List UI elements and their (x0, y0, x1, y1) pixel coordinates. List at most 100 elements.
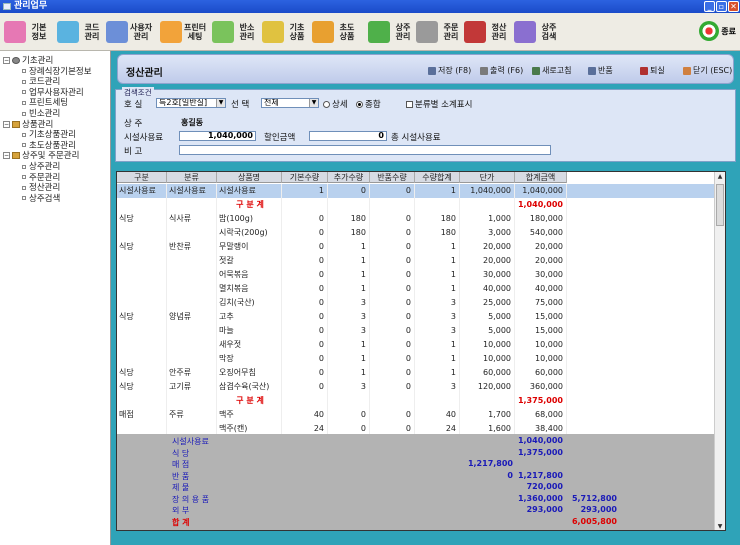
column-header[interactable]: 합계금액 (515, 172, 567, 183)
table-cell (167, 198, 217, 212)
column-header[interactable]: 분류 (167, 172, 217, 183)
radio-summary[interactable]: 종합 (356, 98, 381, 110)
table-cell: 1 (328, 338, 370, 352)
radio-detail[interactable]: 상세 (323, 98, 348, 110)
category-select[interactable]: 전체 ▼ (261, 98, 319, 108)
memo-label: 비 고 (124, 147, 143, 157)
subtotal-row[interactable]: 구 분 계 1,375,000 (117, 394, 725, 408)
toolbar-button-2[interactable]: 사용자 관리 (106, 17, 152, 47)
tree-item[interactable]: 상주검색 (22, 192, 60, 204)
scroll-up-icon[interactable]: ▲ (715, 172, 725, 182)
table-row[interactable]: 마늘 0 3 0 3 5,000 15,000 (117, 324, 725, 338)
memo-input[interactable] (179, 145, 551, 155)
toolbar-button-5[interactable]: 기초 상품 (262, 17, 308, 47)
column-header[interactable]: 단가 (460, 172, 515, 183)
table-cell (167, 338, 217, 352)
table-row[interactable]: 시락국(200g) 0 180 0 180 3,000 540,000 (117, 226, 725, 240)
toolbar-button-7[interactable]: 상주 관리 (368, 17, 414, 47)
column-header[interactable]: 기본수량 (282, 172, 328, 183)
table-cell: 0 (370, 366, 415, 380)
checkout-button[interactable]: 퇴실 (640, 65, 665, 76)
scroll-thumb[interactable] (716, 184, 724, 226)
maximize-button[interactable]: ▫ (716, 1, 727, 12)
print-button[interactable]: 출력 (F6) (480, 65, 523, 76)
close-button[interactable]: ✕ (728, 1, 739, 12)
table-row[interactable]: 식당 안주류 오징어무침 0 1 0 1 60,000 60,000 (117, 366, 725, 380)
leaf-icon (22, 164, 26, 169)
exit-button[interactable]: 종료 (699, 21, 736, 41)
room-select[interactable]: 특2호[일반실] ▼ (156, 98, 226, 108)
table-cell: 3 (328, 324, 370, 338)
table-row[interactable]: 멸치볶음 0 1 0 1 40,000 40,000 (117, 282, 725, 296)
table-row[interactable]: 새우젓 0 1 0 1 10,000 10,000 (117, 338, 725, 352)
column-header[interactable]: 반품수량 (370, 172, 415, 183)
table-cell: 10,000 (515, 352, 567, 366)
search-conditions-panel: 검색조건 호 실 특2호[일반실] ▼ 선 택 전체 ▼ 상세 종합 분류별 소계표… (115, 87, 736, 162)
table-row[interactable]: 식당 반찬류 무말랭이 0 1 0 1 20,000 20,000 (117, 240, 725, 254)
toolbar-button-10[interactable]: 상주 검색 (514, 17, 560, 47)
table-row[interactable]: 식당 양념류 고추 0 3 0 3 5,000 15,000 (117, 310, 725, 324)
table-cell: 15,000 (515, 324, 567, 338)
table-row[interactable]: 매점 주류 맥주 40 0 0 40 1,700 68,000 (117, 408, 725, 422)
collapse-icon[interactable]: − (3, 152, 10, 160)
refresh-button[interactable]: 새로고침 (532, 65, 571, 76)
table-cell: 시설사용료 (117, 184, 167, 198)
subtotal-row[interactable]: 구 분 계 1,040,000 (117, 198, 725, 212)
table-row[interactable]: 젓갈 0 1 0 1 20,000 20,000 (117, 254, 725, 268)
toolbar-button-0[interactable]: 기본 정보 (4, 17, 50, 47)
toolbar-button-1[interactable]: 코드 관리 (57, 17, 103, 47)
table-cell: 3 (415, 296, 460, 310)
table-cell: 0 (282, 226, 328, 240)
table-cell: 40 (282, 408, 328, 422)
table-row[interactable]: 식당 고기류 삼겹수육(국산) 0 3 0 3 120,000 360,000 (117, 380, 725, 394)
table-cell: 0 (370, 184, 415, 198)
table-cell: 10,000 (460, 338, 515, 352)
table-cell: 1 (328, 366, 370, 380)
summary-label: 반 품 (172, 471, 190, 481)
chief-value: 홍길동 (181, 118, 204, 127)
table-cell: 180 (415, 226, 460, 240)
table-row[interactable]: 김치(국산) 0 3 0 3 25,000 75,000 (117, 296, 725, 310)
toolbar-icon (514, 21, 536, 43)
save-button[interactable]: 저장 (F8) (428, 65, 471, 76)
table-row[interactable]: 시설사용료 시설사용료 시설사용료 1 0 0 1 1,040,000 1,040,000 (117, 184, 725, 198)
table-row[interactable]: 어묵볶음 0 1 0 1 30,000 30,000 (117, 268, 725, 282)
column-header[interactable]: 수량합계 (415, 172, 460, 183)
vertical-scrollbar[interactable]: ▲ ▼ (714, 172, 725, 530)
table-cell: 1 (328, 240, 370, 254)
discount-input[interactable]: 0 (309, 131, 387, 141)
table-cell: 3 (415, 380, 460, 394)
subtotal-checkbox[interactable]: 분류별 소계표시 (406, 98, 472, 110)
minimize-button[interactable]: _ (704, 1, 715, 12)
scroll-down-icon[interactable]: ▼ (715, 522, 725, 530)
table-cell: 10,000 (460, 352, 515, 366)
collapse-icon[interactable]: − (3, 120, 10, 128)
table-cell: 180 (415, 212, 460, 226)
table-cell: 20,000 (460, 240, 515, 254)
table-cell: 0 (370, 380, 415, 394)
toolbar-button-6[interactable]: 초도 상품 (312, 17, 358, 47)
close-panel-button[interactable]: 닫기 (ESC) (683, 65, 732, 76)
table-row[interactable]: 식당 식사류 밥(100g) 0 180 0 180 1,000 180,000 (117, 212, 725, 226)
collapse-icon[interactable]: − (3, 57, 10, 64)
table-cell: 식당 (117, 212, 167, 226)
return-button[interactable]: 반품 (588, 65, 613, 76)
table-cell: 1 (415, 254, 460, 268)
column-header[interactable]: 추가수량 (328, 172, 370, 183)
table-row[interactable]: 막장 0 1 0 1 10,000 10,000 (117, 352, 725, 366)
column-header[interactable]: 구분 (117, 172, 167, 183)
toolbar-label: 반소 관리 (239, 23, 255, 41)
toolbar-button-8[interactable]: 주문 관리 (416, 17, 462, 47)
room-label: 호 실 (124, 100, 143, 110)
table-cell: 540,000 (515, 226, 567, 240)
table-cell: 3,000 (460, 226, 515, 240)
toolbar-button-9[interactable]: 정산 관리 (464, 17, 510, 47)
summary-label: 장 의 용 품 (172, 494, 210, 504)
table-cell: 3 (328, 296, 370, 310)
toolbar-button-3[interactable]: 프린터 세팅 (160, 17, 206, 47)
facility-fee-input[interactable]: 1,040,000 (179, 131, 256, 141)
refresh-icon (532, 66, 540, 75)
table-cell: 0 (370, 240, 415, 254)
toolbar-button-4[interactable]: 반소 관리 (212, 17, 258, 47)
column-header[interactable]: 상품명 (217, 172, 282, 183)
